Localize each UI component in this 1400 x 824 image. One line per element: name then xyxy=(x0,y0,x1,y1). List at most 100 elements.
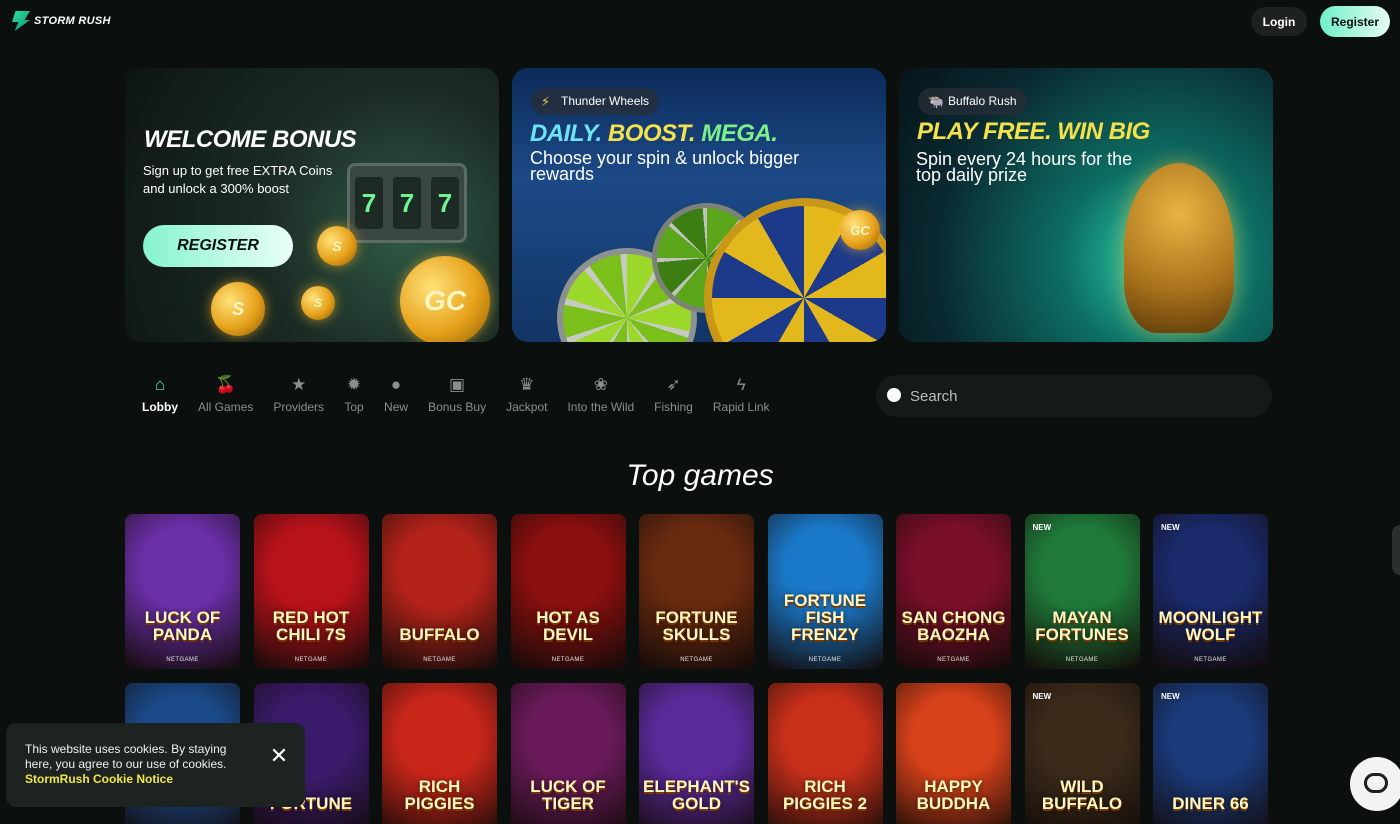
nav-label: All Games xyxy=(198,400,254,414)
close-icon[interactable]: ✕ xyxy=(264,741,294,771)
cookie-notice-link[interactable]: StormRush Cookie Notice xyxy=(25,772,173,786)
game-title: SAN CHONG BAOZHA xyxy=(901,608,1006,644)
nav-item-rapid-link[interactable]: ϟ Rapid Link xyxy=(703,374,780,414)
chat-button[interactable] xyxy=(1350,757,1400,811)
nav-label: Providers xyxy=(273,400,325,414)
chat-bubble-icon xyxy=(1364,773,1388,793)
nav-item-into-the-wild[interactable]: ❀ Into the Wild xyxy=(557,374,644,414)
nav-label: Bonus Buy xyxy=(428,400,487,414)
cherries-icon: 🍒 xyxy=(215,375,237,394)
nav-item-new[interactable]: ● New xyxy=(374,374,418,414)
new-badge: NEW xyxy=(1032,523,1052,532)
game-tile[interactable]: RICH PIGGIES 2 xyxy=(767,683,883,824)
nav-label: Rapid Link xyxy=(712,400,770,414)
game-tile[interactable]: NEW MOONLIGHT WOLF NETGAME xyxy=(1153,514,1268,669)
nav-label: Into the Wild xyxy=(567,400,635,414)
game-title: RICH PIGGIES xyxy=(404,777,475,813)
section-title-top-games: Top games xyxy=(626,459,774,492)
game-title: LUCK OF TIGER xyxy=(530,777,606,813)
badge-icon: ✹ xyxy=(346,375,362,394)
category-nav: ⌂ Lobby 🍒 All Games ★ Providers ✹ Top ● … xyxy=(132,374,780,414)
thunder-wheels-banner[interactable]: GC ⚡ Thunder Wheels DAILY. BOOST. MEGA. … xyxy=(512,68,886,342)
game-tile[interactable]: HOT AS DEVIL NETGAME xyxy=(510,514,626,669)
game-tile[interactable]: FORTUNE SKULLS NETGAME xyxy=(639,514,754,669)
fish-icon: ➶ xyxy=(666,375,681,394)
game-tile[interactable]: SAN CHONG BAOZHA NETGAME xyxy=(896,514,1011,669)
title-part-daily: DAILY. xyxy=(530,120,602,147)
game-title: RICH PIGGIES 2 xyxy=(782,777,868,813)
search-bar xyxy=(876,375,1272,417)
banner-subtitle: Spin every 24 hours for the top daily pr… xyxy=(916,149,1133,185)
game-title: HOT AS DEVIL xyxy=(536,608,600,644)
slot-symbol: 7 xyxy=(393,177,421,229)
banner-title: WELCOME BONUS xyxy=(144,126,357,153)
storm-rush-logo[interactable]: STORM RUSH xyxy=(12,11,111,31)
game-provider: NETGAME xyxy=(680,657,713,663)
welcome-bonus-banner[interactable]: 7 7 7 GC S S S WELCOME BONUS Sign up to … xyxy=(125,68,499,342)
game-tile[interactable]: FORTUNE FISH FRENZY NETGAME xyxy=(767,514,883,669)
title-part-mega: MEGA. xyxy=(701,120,778,147)
nav-item-bonus-buy[interactable]: ▣ Bonus Buy xyxy=(418,374,496,414)
nav-label: New xyxy=(384,400,409,414)
nav-item-jackpot[interactable]: ♛ Jackpot xyxy=(496,374,557,414)
side-tab[interactable] xyxy=(1392,525,1400,575)
pill-label: Thunder Wheels xyxy=(561,94,650,108)
lightning-logo-icon xyxy=(12,11,30,31)
game-provider: NETGAME xyxy=(423,657,456,663)
new-badge: NEW xyxy=(1032,692,1052,701)
logo-text: STORM RUSH xyxy=(34,15,111,27)
game-tile[interactable]: NEW WILD BUFFALO xyxy=(1024,683,1140,824)
nav-label: Lobby xyxy=(142,400,178,414)
login-button[interactable]: Login xyxy=(1251,7,1307,36)
game-provider: NETGAME xyxy=(808,657,842,663)
cookie-notice: This website uses cookies. By staying he… xyxy=(6,723,305,807)
banner-subtitle: Sign up to get free EXTRA Coins and unlo… xyxy=(143,163,333,196)
star-icon: ★ xyxy=(291,375,307,394)
title-part-boost: BOOST. xyxy=(607,120,696,147)
game-tile[interactable]: NEW DINER 66 xyxy=(1153,683,1268,824)
nav-label: Fishing xyxy=(654,400,693,414)
search-icon xyxy=(887,388,901,402)
game-tile[interactable]: LUCK OF PANDA NETGAME xyxy=(125,514,240,669)
top-header: STORM RUSH Login Register xyxy=(0,0,1400,44)
slot-symbol: 7 xyxy=(355,177,383,229)
game-title: BUFFALO xyxy=(399,625,480,644)
game-tile[interactable]: RED HOT CHILI 7s NETGAME xyxy=(253,514,369,669)
game-provider: NETGAME xyxy=(551,657,585,663)
buffalo-rush-banner[interactable]: 🐃 Buffalo Rush PLAY FREE. WIN BIG Spin e… xyxy=(899,68,1273,342)
register-button[interactable]: Register xyxy=(1320,6,1390,37)
new-icon: ● xyxy=(390,375,402,394)
gift-icon: ▣ xyxy=(449,375,466,394)
game-tile[interactable]: BUFFALO NETGAME xyxy=(382,514,497,669)
slot-symbol: 7 xyxy=(431,177,459,229)
nav-item-top[interactable]: ✹ Top xyxy=(334,374,374,414)
nav-item-lobby[interactable]: ⌂ Lobby xyxy=(132,374,188,414)
nav-item-fishing[interactable]: ➶ Fishing xyxy=(644,374,703,414)
game-tile[interactable]: RICH PIGGIES xyxy=(382,683,497,824)
cookie-text: This website uses cookies. By staying he… xyxy=(25,742,227,771)
game-title: LUCK OF PANDA xyxy=(144,608,221,644)
banner-register-button[interactable]: REGISTER xyxy=(143,225,293,267)
game-title: ELEPHANT'S GOLD xyxy=(643,777,750,813)
game-title: DINER 66 xyxy=(1172,794,1249,813)
nav-item-providers[interactable]: ★ Providers xyxy=(263,374,334,414)
game-title: FORTUNE SKULLS xyxy=(655,608,738,644)
sweeps-coin-icon: S xyxy=(317,226,357,266)
sweeps-coin-icon: S xyxy=(211,282,265,336)
nav-item-all-games[interactable]: 🍒 All Games xyxy=(188,374,263,414)
new-badge: NEW xyxy=(1161,523,1180,532)
game-tile[interactable]: NEW MAYAN FORTUNES NETGAME xyxy=(1024,514,1140,669)
nav-label: Top xyxy=(344,400,364,414)
game-title: MAYAN FORTUNES xyxy=(1035,608,1129,644)
golden-bull-image xyxy=(1124,163,1234,333)
paw-icon: ❀ xyxy=(593,375,608,394)
lightning-icon: ⚡ xyxy=(541,94,551,109)
pill-label: Buffalo Rush xyxy=(948,94,1017,108)
game-provider: NETGAME xyxy=(294,657,328,663)
game-tile[interactable]: ELEPHANT'S GOLD xyxy=(639,683,754,824)
search-input[interactable] xyxy=(910,375,1250,417)
game-provider: NETGAME xyxy=(937,657,970,663)
game-tile[interactable]: HAPPY BUDDHA xyxy=(896,683,1011,824)
game-tile[interactable]: LUCK OF TIGER xyxy=(510,683,626,824)
nav-label: Jackpot xyxy=(506,400,548,414)
